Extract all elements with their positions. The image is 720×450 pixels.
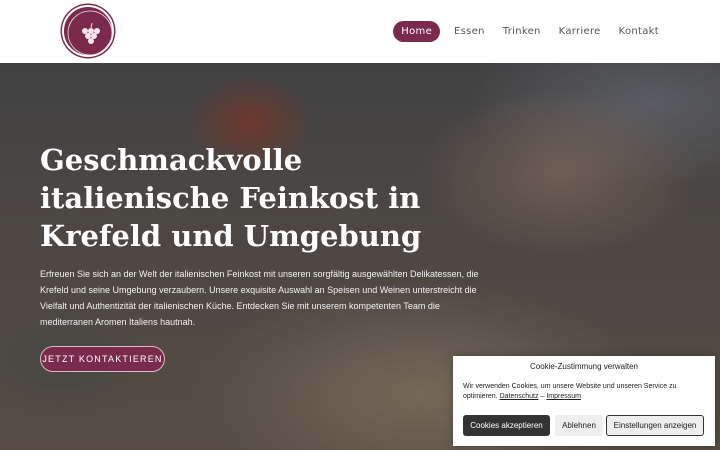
hero-title: Geschmackvolle italienische Feinkost in … xyxy=(40,143,422,253)
privacy-link[interactable]: Datenschutz xyxy=(500,393,539,400)
accept-cookies-button[interactable]: Cookies akzeptieren xyxy=(463,415,550,436)
decline-cookies-button[interactable]: Ablehnen xyxy=(555,415,603,436)
site-header: Home Essen Trinken Karriere Kontakt xyxy=(0,0,720,63)
main-nav: Home Essen Trinken Karriere Kontakt xyxy=(393,21,663,42)
nav-item-trinken[interactable]: Trinken xyxy=(499,21,545,42)
contact-button[interactable]: JETZT KONTAKTIEREN xyxy=(40,346,165,372)
nav-item-kontakt[interactable]: Kontakt xyxy=(615,21,663,42)
cookie-settings-button[interactable]: Einstellungen anzeigen xyxy=(606,415,704,436)
cookie-text: Wir verwenden Cookies, um unsere Website… xyxy=(463,382,707,402)
nav-item-home[interactable]: Home xyxy=(393,21,441,42)
logo[interactable] xyxy=(62,5,114,57)
hero-text: Erfreuen Sie sich an der Welt der italie… xyxy=(40,269,479,327)
imprint-link[interactable]: Impressum xyxy=(546,393,581,400)
nav-item-karriere[interactable]: Karriere xyxy=(555,21,605,42)
cookie-title: Cookie-Zustimmung verwalten xyxy=(529,362,639,371)
link-separator: – xyxy=(540,393,545,400)
grape-logo-icon xyxy=(67,10,113,56)
nav-item-essen[interactable]: Essen xyxy=(450,21,489,42)
cookie-banner: Cookie-Zustimmung verwalten Wir verwende… xyxy=(453,356,715,446)
